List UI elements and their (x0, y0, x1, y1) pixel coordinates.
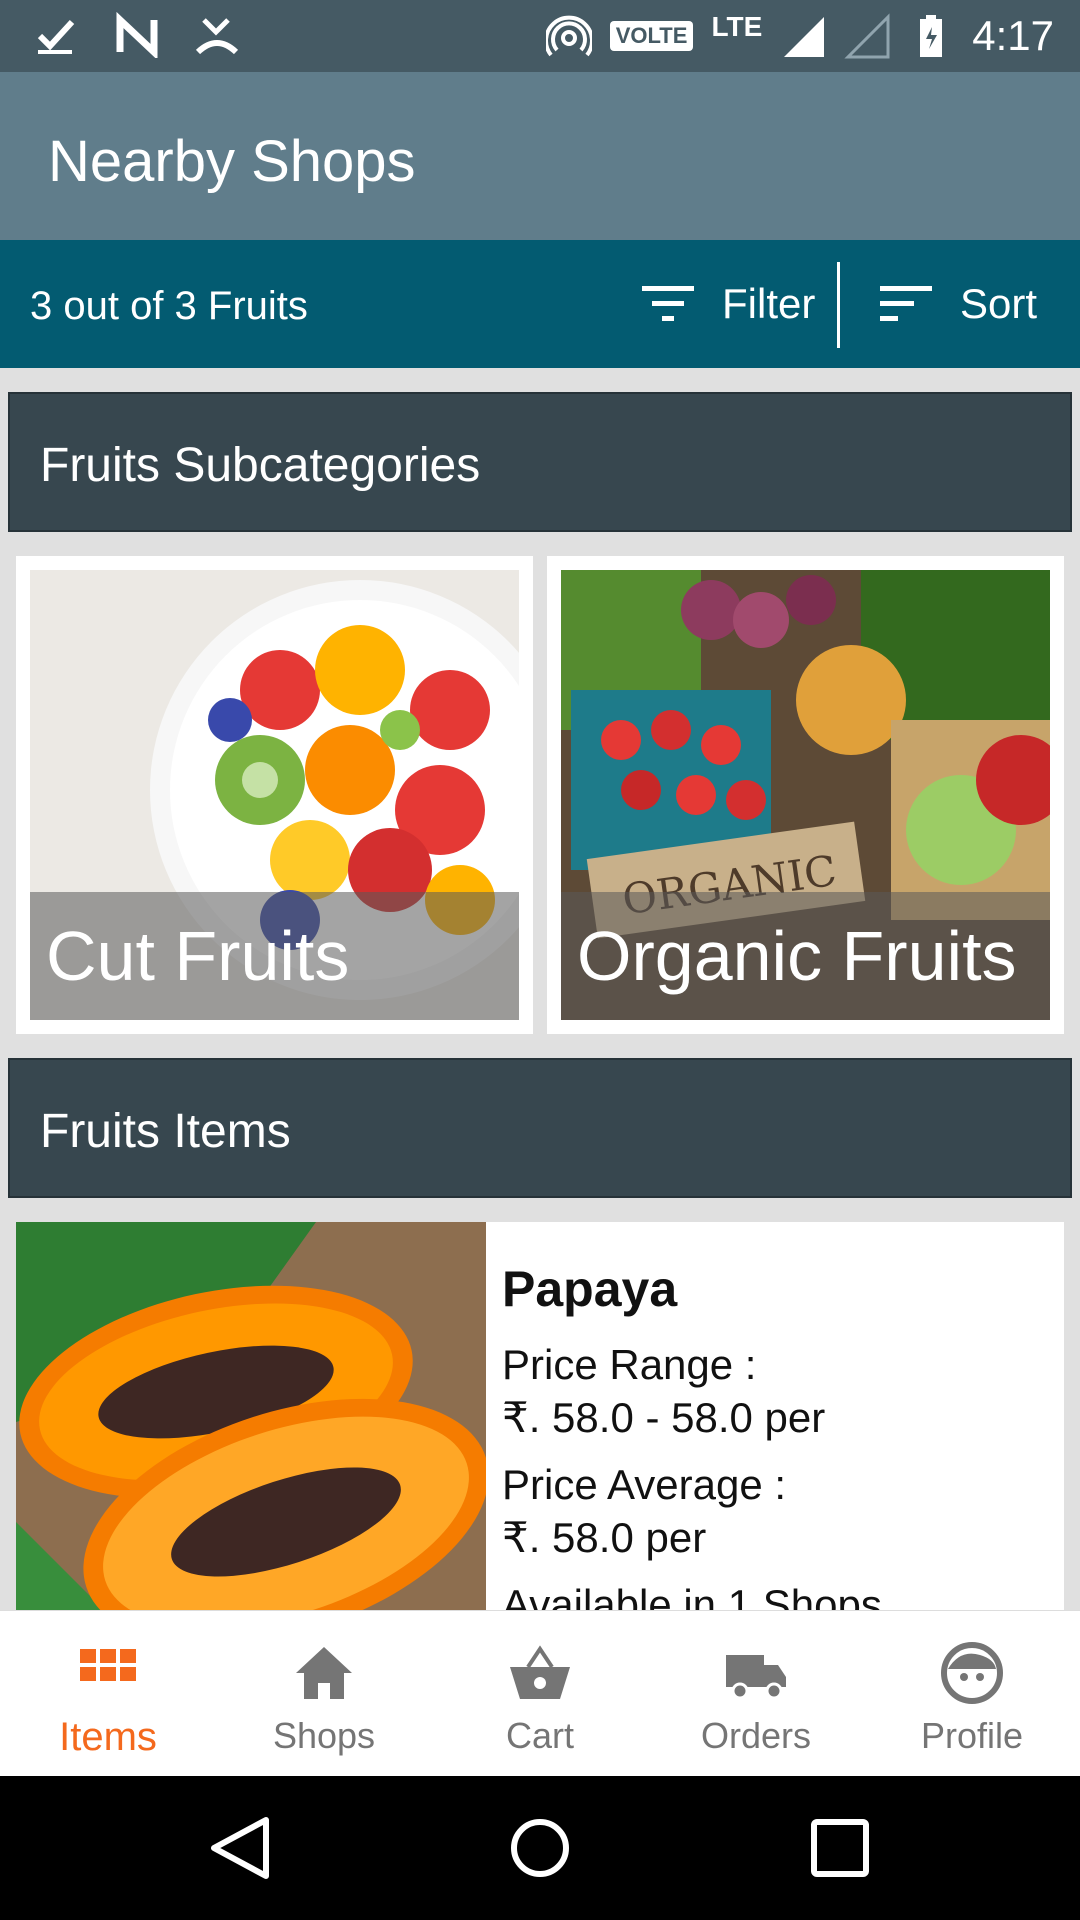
filter-label: Filter (722, 280, 816, 327)
system-navigation-bar (0, 1776, 1080, 1920)
price-range-label: Price Range : (502, 1341, 757, 1388)
subcategories-title: Fruits Subcategories (40, 439, 481, 492)
subcategory-label: Organic Fruits (577, 917, 1017, 995)
item-name: Papaya (502, 1261, 678, 1317)
clock: 4:17 (972, 12, 1054, 59)
nav-tab-profile[interactable]: Profile (864, 1611, 1080, 1776)
hotspot-icon (545, 15, 592, 57)
item-info: Papaya Price Range : ₹. 58.0 - 58.0 per … (502, 1260, 882, 1631)
price-average-label: Price Average : (502, 1461, 787, 1508)
item-card-papaya[interactable]: Papaya Price Range : ₹. 58.0 - 58.0 per … (16, 1222, 1064, 1642)
signal-empty-icon (844, 13, 890, 59)
papaya-picture (16, 1222, 486, 1642)
missed-call-icon (195, 18, 239, 55)
basket-icon (510, 1645, 570, 1699)
nav-tab-cart[interactable]: Cart (432, 1611, 648, 1776)
app-bar: Nearby Shops (0, 72, 1080, 240)
nav-tab-shops[interactable]: Shops (216, 1611, 432, 1776)
price-average-value: ₹. 58.0 per (502, 1514, 707, 1561)
network-type: LTE (711, 11, 763, 42)
nav-label: Profile (920, 1715, 1024, 1756)
check-icon (37, 19, 75, 54)
signal-icon (784, 17, 825, 57)
filter-sort-divider (837, 262, 840, 348)
nav-label: Items (59, 1715, 157, 1759)
filter-button[interactable]: Filter (640, 270, 815, 338)
n-logo-icon (116, 12, 158, 58)
recents-icon[interactable] (804, 1812, 876, 1884)
cut-fruits-image: Cut Fruits (30, 570, 519, 1020)
status-bar: VOLTE LTE 4:17 (0, 0, 1080, 72)
page-title: Nearby Shops (48, 129, 416, 194)
face-icon (941, 1642, 1003, 1704)
nav-tab-orders[interactable]: Orders (648, 1611, 864, 1776)
subcategories-header: Fruits Subcategories (8, 392, 1072, 532)
result-count: 3 out of 3 Fruits (30, 284, 308, 328)
home-icon (296, 1647, 352, 1699)
bottom-navigation: Items Shops Cart Orders Profile (0, 1610, 1080, 1776)
papaya-image (16, 1222, 486, 1642)
items-title: Fruits Items (40, 1105, 291, 1158)
truck-icon (726, 1655, 786, 1700)
volte-badge: VOLTE (609, 21, 694, 51)
subcategory-card-cut-fruits[interactable]: Cut Fruits (16, 556, 533, 1034)
nav-label: Cart (505, 1715, 574, 1756)
subcategory-card-organic-fruits[interactable]: ORGANIC Organic Fruits (547, 556, 1064, 1034)
sort-label: Sort (960, 280, 1038, 327)
grid-icon (80, 1649, 136, 1681)
nav-label: Shops (272, 1715, 376, 1756)
sort-icon (880, 286, 932, 321)
battery-icon (920, 15, 943, 57)
nav-label: Orders (700, 1715, 812, 1756)
organic-fruits-image: ORGANIC Organic Fruits (561, 570, 1050, 1020)
price-range-value: ₹. 58.0 - 58.0 per (502, 1394, 826, 1441)
home-button-icon[interactable] (504, 1812, 576, 1884)
back-icon[interactable] (204, 1812, 276, 1884)
filter-bar: 3 out of 3 Fruits Filter Sort (0, 240, 1080, 368)
nav-tab-items[interactable]: Items (0, 1611, 216, 1776)
sort-button[interactable]: Sort (878, 270, 1037, 338)
subcategory-label: Cut Fruits (46, 917, 350, 995)
filter-icon (642, 286, 694, 321)
items-header: Fruits Items (8, 1058, 1072, 1198)
